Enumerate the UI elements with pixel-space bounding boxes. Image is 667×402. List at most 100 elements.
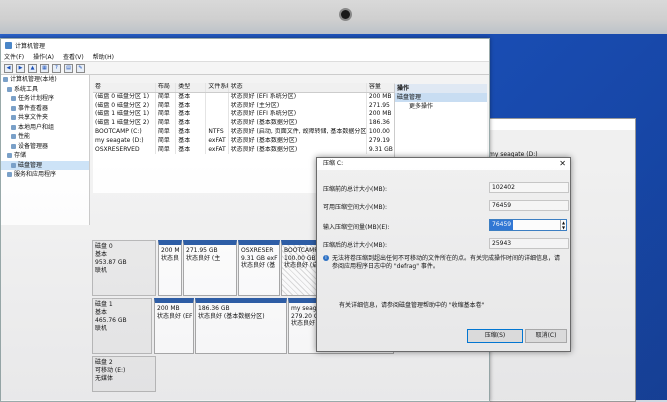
clock-icon	[11, 96, 16, 102]
table-cell: (磁盘 1 磁盘分区 2)	[93, 119, 156, 128]
titlebar[interactable]: 计算机管理	[1, 39, 489, 51]
tree-item-event-viewer[interactable]: 事件查看器	[1, 104, 89, 114]
table-cell: 基本	[176, 110, 207, 120]
table-row[interactable]: (磁盘 0 磁盘分区 1) 简单 基本 状态良好 (EFI 系统分区) 200 MB	[93, 92, 395, 102]
table-cell: 简单	[156, 136, 177, 146]
help-link-text[interactable]: 有关详细信息，请参阅磁盘管理帮助中的 "收缩基本卷"	[339, 300, 484, 309]
disk2-info[interactable]: 磁盘 2 可移动 (E:) 无媒体	[92, 356, 156, 392]
disk0-partition-main[interactable]: 271.95 GB 状态良好 (主	[183, 240, 237, 296]
laptop-bezel	[0, 0, 667, 36]
table-cell: 279.19	[367, 136, 395, 146]
disk0-info[interactable]: 磁盘 0 基本 953.87 GB 联机	[92, 240, 156, 296]
disk0-partition-osxreserved[interactable]: OSXRESER 9.31 GB exF 状态良好 (基	[238, 240, 280, 296]
available-size-label: 可用压缩空间大小(MB):	[323, 204, 387, 211]
table-row[interactable]: (磁盘 0 磁盘分区 2) 简单 基本 状态良好 (主分区) 271.95	[93, 101, 395, 111]
col-volume[interactable]: 卷	[93, 83, 156, 92]
col-type[interactable]: 类型	[176, 83, 207, 92]
tree-item-device-manager[interactable]: 设备管理器	[1, 142, 89, 152]
tree-item-storage[interactable]: 存储	[1, 151, 89, 161]
table-cell: 状态良好 (启动, 页面文件, 故障转储, 基本数据分区)	[230, 127, 367, 137]
table-cell: 状态良好 (主分区)	[229, 101, 367, 111]
table-cell: 100.00	[367, 127, 395, 137]
table-cell: 基本	[176, 145, 207, 155]
menu-view[interactable]: 查看(V)	[63, 52, 84, 61]
shrink-dialog[interactable]: 压缩 C: ✕ 压缩前的总计大小(MB): 102402 可用压缩空间大小(MB…	[316, 157, 571, 352]
actions-disk-management[interactable]: 磁盘管理	[395, 93, 487, 102]
tree-item-disk-management[interactable]: 磁盘管理	[1, 160, 89, 170]
forward-icon[interactable]: ▶	[16, 63, 25, 73]
table-cell: 基本	[176, 92, 207, 102]
table-cell	[206, 119, 229, 128]
table-cell: 基本	[176, 127, 207, 137]
up-icon[interactable]: ▲	[28, 63, 37, 73]
table-cell: 简单	[156, 110, 177, 120]
table-cell: exFAT	[206, 136, 229, 146]
settings-icon[interactable]: ✎	[76, 63, 85, 73]
back-icon[interactable]: ◀	[4, 63, 13, 73]
shrink-amount-input[interactable]: 76459 ▲ ▼	[489, 219, 567, 231]
col-status[interactable]: 状态	[229, 83, 367, 92]
shrink-button[interactable]: 压缩(S)	[467, 329, 523, 343]
table-cell: 简单	[156, 101, 177, 111]
col-filesystem[interactable]: 文件系统	[206, 83, 229, 92]
dialog-title: 压缩 C:	[317, 158, 570, 170]
disk0-partition-efi[interactable]: 200 M 状态良	[158, 240, 182, 296]
table-row[interactable]: (磁盘 1 磁盘分区 2) 简单 基本 状态良好 (基本数据分区) 186.36	[93, 119, 395, 128]
tree-item-local-users[interactable]: 本地用户和组	[1, 123, 89, 133]
table-cell: 简单	[156, 127, 177, 137]
menu-help[interactable]: 帮助(H)	[93, 52, 114, 61]
actions-more[interactable]: 更多操作	[395, 102, 487, 112]
shrink-amount-label: 输入压缩空间量(MB)(E):	[323, 224, 390, 231]
table-row[interactable]: my seagate (D:) 简单 基本 exFAT 状态良好 (基本数据分区) 279…	[93, 136, 395, 146]
disk1-partition-efi[interactable]: 200 MB 状态良好 (EFI	[154, 298, 194, 354]
computer-icon	[3, 77, 8, 83]
disk1-info[interactable]: 磁盘 1 基本 465.76 GB 联机	[92, 298, 152, 354]
folder-icon	[11, 115, 16, 121]
table-cell: exFAT	[206, 145, 229, 155]
background-window-titlebar[interactable]	[485, 119, 635, 130]
webcam	[341, 10, 350, 19]
info-icon: i	[323, 255, 329, 261]
tools-icon	[7, 86, 12, 92]
table-cell: my seagate (D:)	[93, 136, 156, 146]
menu-file[interactable]: 文件(F)	[4, 52, 24, 61]
table-cell: 基本	[176, 119, 207, 128]
tree-item-services-apps[interactable]: 服务和应用程序	[1, 170, 89, 180]
col-capacity[interactable]: 容量	[367, 83, 395, 92]
col-layout[interactable]: 布局	[156, 83, 177, 92]
table-cell: NTFS	[206, 127, 229, 137]
properties-icon[interactable]: ▤	[64, 63, 73, 73]
services-icon	[7, 172, 12, 178]
table-row[interactable]: BOOTCAMP (C:) 简单 基本 NTFS 状态良好 (启动, 页面文件, 故障转…	[93, 127, 395, 137]
table-cell: (磁盘 0 磁盘分区 2)	[93, 101, 156, 111]
show-hide-tree-icon[interactable]: ▦	[40, 63, 49, 73]
close-icon[interactable]: ✕	[559, 159, 566, 168]
cancel-button[interactable]: 取消(C)	[525, 329, 567, 343]
table-cell: 200 MB	[367, 92, 395, 102]
table-cell: 状态良好 (基本数据分区)	[229, 145, 367, 155]
table-cell: 状态良好 (EFI 系统分区)	[229, 110, 367, 120]
tree-item-computer-management[interactable]: 计算机管理(本地)	[1, 75, 89, 85]
table-cell: OSXRESERVED	[93, 145, 156, 155]
tree-item-system-tools[interactable]: 系统工具	[1, 85, 89, 95]
shrink-amount-value: 76459	[490, 220, 514, 230]
window-title: 计算机管理	[15, 42, 46, 50]
table-cell: 271.95	[367, 101, 395, 111]
menu-action[interactable]: 操作(A)	[33, 52, 54, 61]
tree-item-task-scheduler[interactable]: 任务计划程序	[1, 94, 89, 104]
app-icon	[5, 41, 12, 49]
help-icon[interactable]: ?	[52, 63, 61, 73]
tree-item-performance[interactable]: 性能	[1, 132, 89, 142]
table-row[interactable]: (磁盘 1 磁盘分区 1) 简单 基本 状态良好 (EFI 系统分区) 200 MB	[93, 110, 395, 120]
spinner-icon[interactable]: ▲ ▼	[560, 220, 566, 230]
toolbar: ◀ ▶ ▲ ▦ ? ▤ ✎	[1, 62, 489, 75]
table-cell: (磁盘 0 磁盘分区 1)	[93, 92, 156, 102]
disk1-partition-data[interactable]: 186.36 GB 状态良好 (基本数据分区)	[195, 298, 287, 354]
table-cell	[206, 92, 229, 102]
tree-item-shared-folders[interactable]: 共享文件夹	[1, 113, 89, 123]
device-icon	[11, 143, 16, 149]
performance-icon	[11, 134, 16, 140]
table-row[interactable]: OSXRESERVED 简单 基本 exFAT 状态良好 (基本数据分区) 9.31 GB	[93, 145, 395, 155]
after-size-value: 25943	[489, 238, 569, 249]
table-cell: 186.36	[367, 119, 395, 128]
